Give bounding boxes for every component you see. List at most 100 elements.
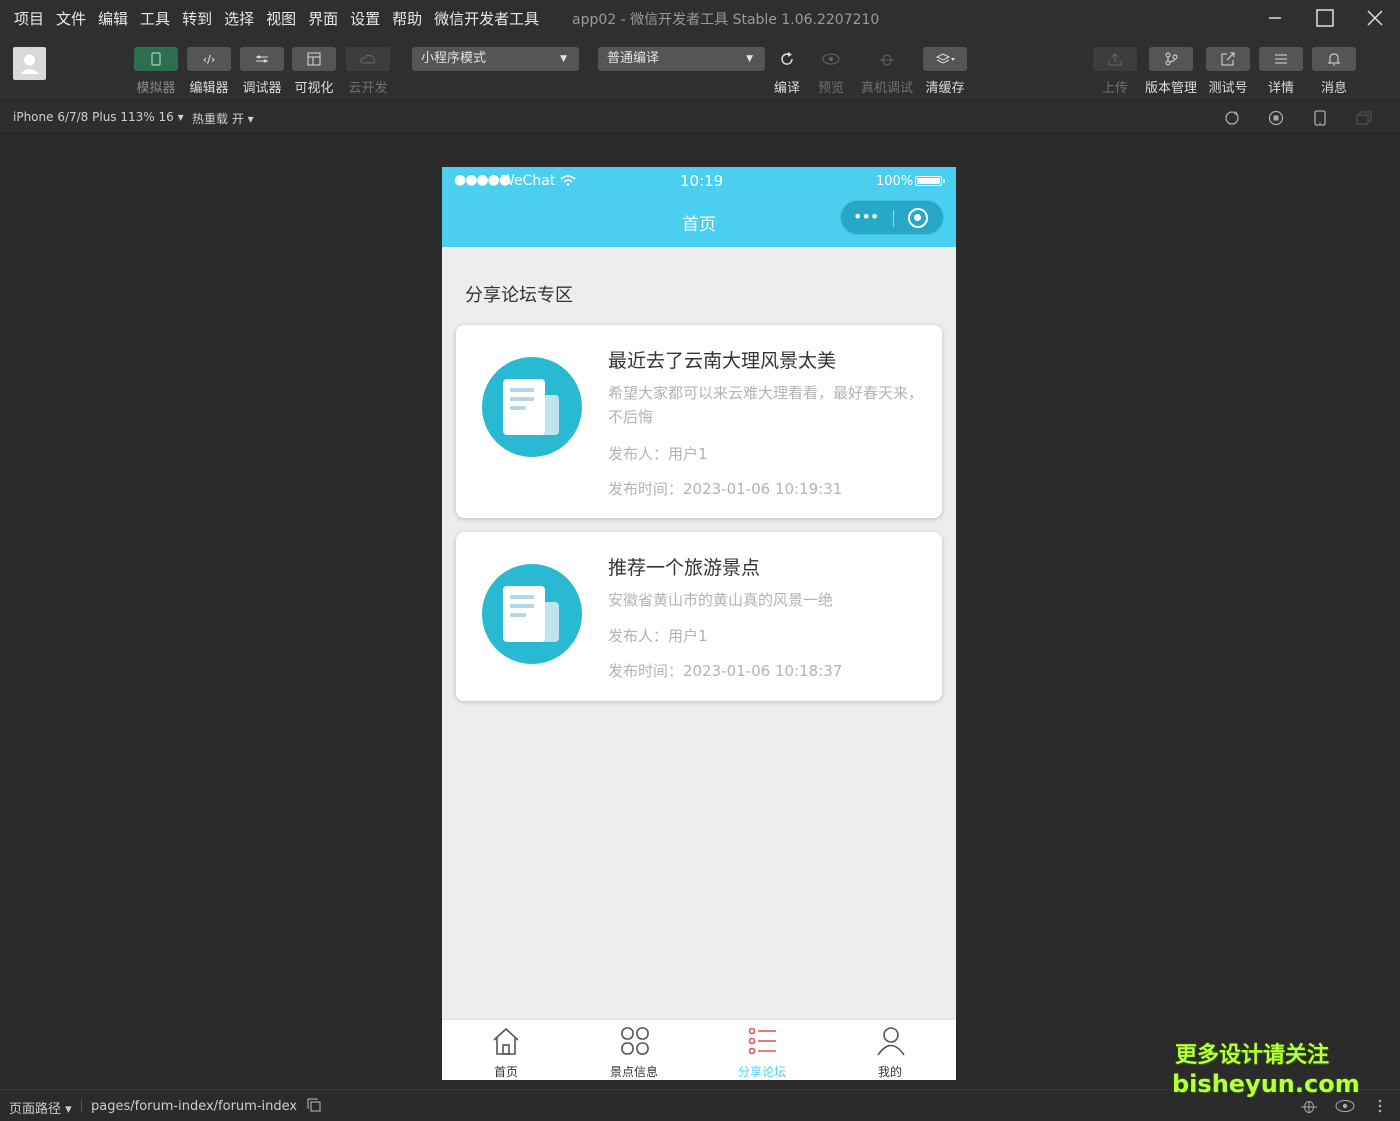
simulator-button[interactable]: 模拟器 [133, 47, 179, 96]
carrier-label: WeChat [501, 173, 576, 189]
home-icon [493, 1027, 519, 1055]
main-toolbar: 模拟器 ‹/› 编辑器 调试器 可视化 云开发 小程序模式 ▼ 普通编译 ▼ 编… [0, 36, 1400, 100]
refresh-icon [781, 52, 793, 65]
rotate-icon [1225, 111, 1239, 125]
caret-down-icon: ▼ [746, 54, 753, 64]
document-icon [482, 357, 582, 457]
tab-home[interactable]: 首页 [442, 1020, 570, 1080]
user-avatar-icon [20, 54, 39, 74]
post-time: 发布时间：2023-01-06 10:19:31 [608, 480, 843, 498]
close-icon [1367, 10, 1383, 26]
grid-icon [621, 1027, 649, 1055]
real-device-debug-button[interactable]: 真机调试 [861, 47, 913, 96]
external-link-icon [1221, 52, 1235, 66]
cloud-icon [360, 54, 376, 64]
details-button[interactable]: 详情 [1259, 47, 1303, 96]
preview-button[interactable]: 预览 [809, 47, 853, 96]
compile-button[interactable]: 编译 [765, 47, 809, 96]
bug-icon[interactable] [1300, 1098, 1318, 1114]
tab-mine[interactable]: 我的 [826, 1020, 954, 1080]
clock: 10:19 [680, 172, 724, 190]
messages-button[interactable]: 消息 [1312, 47, 1356, 96]
minimize-button[interactable] [1250, 0, 1300, 36]
editor-button[interactable]: ‹/› 编辑器 [186, 47, 232, 96]
menu-tools[interactable]: 工具 [140, 8, 170, 29]
version-management-button[interactable]: 版本管理 [1143, 47, 1199, 96]
layers-icon [935, 53, 955, 64]
post-author: 发布人：用户1 [608, 627, 708, 645]
eye-icon[interactable] [1335, 1099, 1355, 1113]
status-bar: ●●●●● WeChat 10:19 100% [442, 167, 956, 195]
more-button[interactable]: ••• [853, 207, 879, 226]
window-title: app02 - 微信开发者工具 Stable 1.06.2207210 [572, 12, 880, 28]
windows-icon [1356, 111, 1372, 125]
menu-project[interactable]: 项目 [14, 8, 44, 29]
layout-icon [307, 52, 321, 66]
post-title: 推荐一个旅游景点 [608, 557, 761, 579]
stop-button[interactable] [1254, 108, 1298, 128]
capsule-menu: ••• [840, 200, 944, 235]
tab-forum[interactable]: 分享论坛 [698, 1020, 826, 1080]
battery-icon [915, 176, 945, 186]
menu-bar: 项目 文件 编辑 工具 转到 选择 视图 界面 设置 帮助 微信开发者工具 [0, 8, 545, 29]
page-path-select[interactable]: 页面路径 ▾ [9, 1098, 72, 1117]
maximize-button[interactable] [1300, 0, 1350, 36]
forum-post-card[interactable]: 最近去了云南大理风景太美 希望大家都可以来云难大理看看，最好春天来，不后悔 发布… [456, 325, 942, 518]
record-icon [914, 214, 921, 221]
minimize-icon [1269, 17, 1281, 19]
battery-percent: 100% [876, 174, 914, 189]
bell-icon [1328, 53, 1340, 66]
menu-edit[interactable]: 编辑 [98, 8, 128, 29]
list-icon [748, 1027, 776, 1055]
wifi-icon [560, 175, 576, 186]
title-bar: 项目 文件 编辑 工具 转到 选择 视图 界面 设置 帮助 微信开发者工具 ap… [0, 0, 1400, 36]
menu-view[interactable]: 视图 [266, 8, 296, 29]
menu-file[interactable]: 文件 [56, 8, 86, 29]
cloud-button[interactable]: 云开发 [345, 47, 391, 96]
tab-scenic-spots[interactable]: 景点信息 [570, 1020, 698, 1080]
avatar[interactable] [13, 47, 46, 80]
menu-wechat-devtools[interactable]: 微信开发者工具 [434, 8, 539, 29]
menu-help[interactable]: 帮助 [392, 8, 422, 29]
visual-button[interactable]: 可视化 [291, 47, 337, 96]
caret-down-icon: ▼ [560, 54, 567, 64]
menu-settings[interactable]: 设置 [350, 8, 380, 29]
simulator-toolbar: iPhone 6/7/8 Plus 113% 16 ▾ 热重载 开 ▾ [0, 100, 1400, 134]
phone-simulator: ●●●●● WeChat 10:19 100% 首页 ••• 分享论坛专区 最近… [442, 167, 956, 1080]
document-icon [482, 564, 582, 664]
compile-mode-select[interactable]: 普通编译 ▼ [598, 47, 765, 71]
device-frame-button[interactable] [1298, 108, 1342, 128]
menu-interface[interactable]: 界面 [308, 8, 338, 29]
menu-select[interactable]: 选择 [224, 8, 254, 29]
post-description: 安徽省黄山市的黄山真的风景一绝 [608, 591, 834, 609]
watermark: 更多设计请关注 bisheyun.com [1172, 1043, 1360, 1098]
section-title: 分享论坛专区 [465, 285, 573, 306]
upload-button[interactable]: 上传 [1093, 47, 1137, 96]
user-icon [877, 1027, 905, 1056]
device-select[interactable]: iPhone 6/7/8 Plus 113% 16 ▾ [13, 110, 184, 124]
code-icon: ‹/› [202, 52, 216, 66]
simulator-actions [1210, 108, 1386, 128]
stop-icon [1268, 110, 1284, 126]
post-description: 希望大家都可以来云难大理看看，最好春天来，不后悔 [608, 384, 924, 426]
branch-icon [1165, 52, 1178, 66]
debugger-button[interactable]: 调试器 [239, 47, 285, 96]
copy-icon [307, 1098, 321, 1112]
close-button[interactable] [1350, 0, 1400, 36]
menu-lines-icon [1275, 54, 1287, 64]
divider [81, 1099, 82, 1113]
more-vertical-icon[interactable] [1375, 1099, 1385, 1113]
navigation-bar: 首页 ••• [442, 195, 956, 247]
detach-window-button[interactable] [1342, 108, 1386, 128]
test-account-button[interactable]: 测试号 [1206, 47, 1250, 96]
menu-goto[interactable]: 转到 [182, 8, 212, 29]
debug-toggle-icon [256, 55, 268, 63]
forum-post-card[interactable]: 推荐一个旅游景点 安徽省黄山市的黄山真的风景一绝 发布人：用户1 发布时间：20… [456, 532, 942, 701]
post-time: 发布时间：2023-01-06 10:18:37 [608, 662, 843, 680]
phone-icon [1314, 110, 1326, 126]
clear-cache-button[interactable]: 清缓存 [922, 47, 968, 96]
rotate-button[interactable] [1210, 108, 1254, 128]
hot-reload-toggle[interactable]: 热重载 开 ▾ [192, 110, 254, 127]
close-miniprogram-button[interactable] [908, 208, 928, 228]
mode-select[interactable]: 小程序模式 ▼ [412, 47, 579, 71]
